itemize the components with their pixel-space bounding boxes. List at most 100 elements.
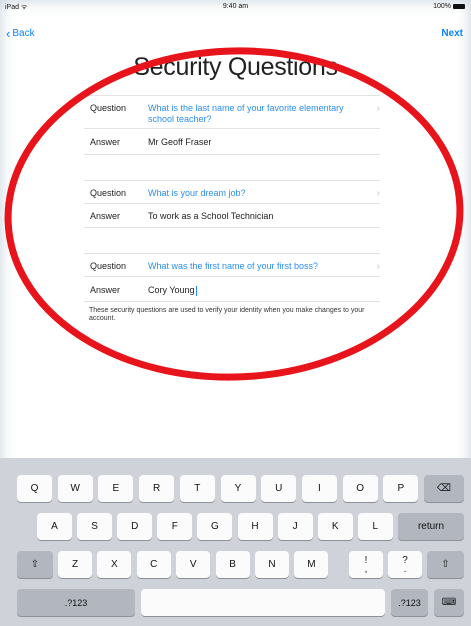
hide-keyboard-icon: ⌨ — [441, 597, 457, 608]
key-q[interactable]: Q — [17, 475, 52, 502]
question-row-3[interactable]: Question What was the first name of your… — [84, 254, 380, 277]
question-row-2[interactable]: Question What is your dream job? › — [84, 181, 380, 204]
key-label: N — [268, 559, 276, 570]
security-questions-form: Question What is the last name of your f… — [84, 95, 380, 324]
key-k[interactable]: K — [317, 513, 353, 540]
key-label: X — [111, 559, 118, 570]
key-label: H — [251, 521, 259, 532]
back-label: Back — [12, 28, 35, 39]
key-label: K — [331, 521, 339, 532]
key-c[interactable]: C — [136, 551, 171, 578]
key-label: A — [51, 521, 58, 532]
numbers-key-right[interactable]: .?123 — [391, 589, 428, 616]
numbers-label: .?123 — [64, 597, 88, 608]
answer-row-3[interactable]: Answer Cory Young — [84, 277, 380, 302]
key-label: O — [356, 483, 364, 494]
return-key[interactable]: return — [398, 513, 464, 540]
key-e[interactable]: E — [98, 475, 134, 502]
key-label: P — [397, 483, 405, 494]
question-label: Question — [90, 188, 127, 198]
key-i[interactable]: I — [301, 475, 337, 502]
answer-row-1[interactable]: Answer Mr Geoff Fraser — [84, 129, 380, 155]
key-label: Y — [234, 483, 242, 494]
key-m[interactable]: M — [294, 551, 329, 578]
battery-percent: 100% — [433, 3, 451, 10]
key-n[interactable]: N — [255, 551, 289, 578]
key-f[interactable]: F — [157, 513, 193, 540]
text-cursor — [195, 285, 197, 296]
key-label: Z — [71, 559, 79, 570]
key-d[interactable]: D — [117, 513, 153, 540]
return-label: return — [417, 521, 445, 532]
backspace-key[interactable]: ⌫ — [424, 475, 464, 502]
question-row-1[interactable]: Question What is the last name of your f… — [84, 95, 380, 129]
key-label: Q — [30, 483, 39, 494]
exclamation-comma-key[interactable]: !, — [349, 551, 383, 578]
answer-field-1[interactable]: Mr Geoff Fraser — [148, 137, 380, 147]
key-j[interactable]: J — [277, 513, 313, 540]
answer-label: Answer — [90, 211, 121, 221]
answer-row-2[interactable]: Answer To work as a School Technician — [84, 204, 380, 228]
key-label: D — [131, 521, 139, 532]
battery-indicator: 100% — [433, 3, 465, 10]
question-text-3: What was the first name of your first bo… — [148, 261, 319, 271]
section-gap — [84, 155, 380, 181]
answer-field-3[interactable]: Cory Young — [148, 285, 380, 296]
key-label: J — [292, 521, 298, 532]
key-w[interactable]: W — [57, 475, 93, 502]
shift-icon: ⇧ — [441, 559, 450, 570]
status-bar: iPad ᯤ 9:40 am 100% — [0, 0, 471, 14]
key-u[interactable]: U — [261, 475, 297, 502]
page-title: Security Questions — [133, 53, 338, 81]
back-button[interactable]: ‹ Back — [6, 27, 35, 40]
key-label: W — [70, 483, 80, 494]
key-label: U — [275, 483, 283, 494]
key-label: B — [229, 559, 236, 570]
key-g[interactable]: G — [197, 513, 233, 540]
key-label: V — [189, 559, 197, 570]
key-s[interactable]: S — [77, 513, 113, 540]
answer-field-2[interactable]: To work as a School Technician — [148, 211, 380, 221]
space-bar[interactable] — [141, 589, 385, 616]
key-label: M — [307, 559, 316, 570]
next-button[interactable]: Next — [441, 28, 463, 39]
battery-icon — [453, 4, 465, 9]
answer-label: Answer — [90, 285, 121, 295]
security-note: These security questions are used to ver… — [89, 307, 365, 323]
key-r[interactable]: R — [139, 475, 175, 502]
key-z[interactable]: Z — [58, 551, 92, 578]
numbers-key-left[interactable]: .?123 — [17, 589, 135, 616]
key-label: R — [152, 483, 161, 494]
key-a[interactable]: A — [37, 513, 72, 540]
shift-key-left[interactable]: ⇧ — [17, 551, 53, 578]
key-label: L — [372, 521, 379, 532]
shift-icon: ⇧ — [30, 559, 40, 570]
hide-keyboard-key[interactable]: ⌨ — [434, 589, 464, 616]
key-o[interactable]: O — [342, 475, 378, 502]
chevron-right-icon: › — [376, 188, 380, 199]
chevron-right-icon: › — [376, 103, 380, 114]
question-period-key[interactable]: ?. — [388, 551, 422, 578]
shift-key-right[interactable]: ⇧ — [427, 551, 464, 578]
backspace-icon: ⌫ — [436, 483, 452, 494]
key-v[interactable]: V — [176, 551, 211, 578]
status-time: 9:40 am — [222, 3, 249, 10]
key-label: E — [112, 483, 120, 494]
question-text-1: What is the last name of your favorite e… — [148, 103, 344, 124]
key-y[interactable]: Y — [220, 475, 256, 502]
key-t[interactable]: T — [179, 475, 215, 502]
answer-label: Answer — [90, 137, 121, 147]
key-label: G — [211, 521, 219, 532]
key-label: C — [150, 559, 158, 570]
key-h[interactable]: H — [237, 513, 273, 540]
key-b[interactable]: B — [215, 551, 250, 578]
key-label: S — [91, 521, 98, 532]
exclaim-bottom: , — [364, 563, 368, 575]
key-p[interactable]: P — [383, 475, 419, 502]
onscreen-keyboard: QWERTYUIOP ASDFGHJKL ZXCVBNM ⌫ return ⇧ … — [0, 458, 471, 626]
key-label: F — [171, 521, 178, 532]
key-x[interactable]: X — [97, 551, 132, 578]
answer-text-3: Cory Young — [148, 285, 195, 295]
question-label: Question — [90, 261, 127, 271]
key-l[interactable]: L — [357, 513, 393, 540]
